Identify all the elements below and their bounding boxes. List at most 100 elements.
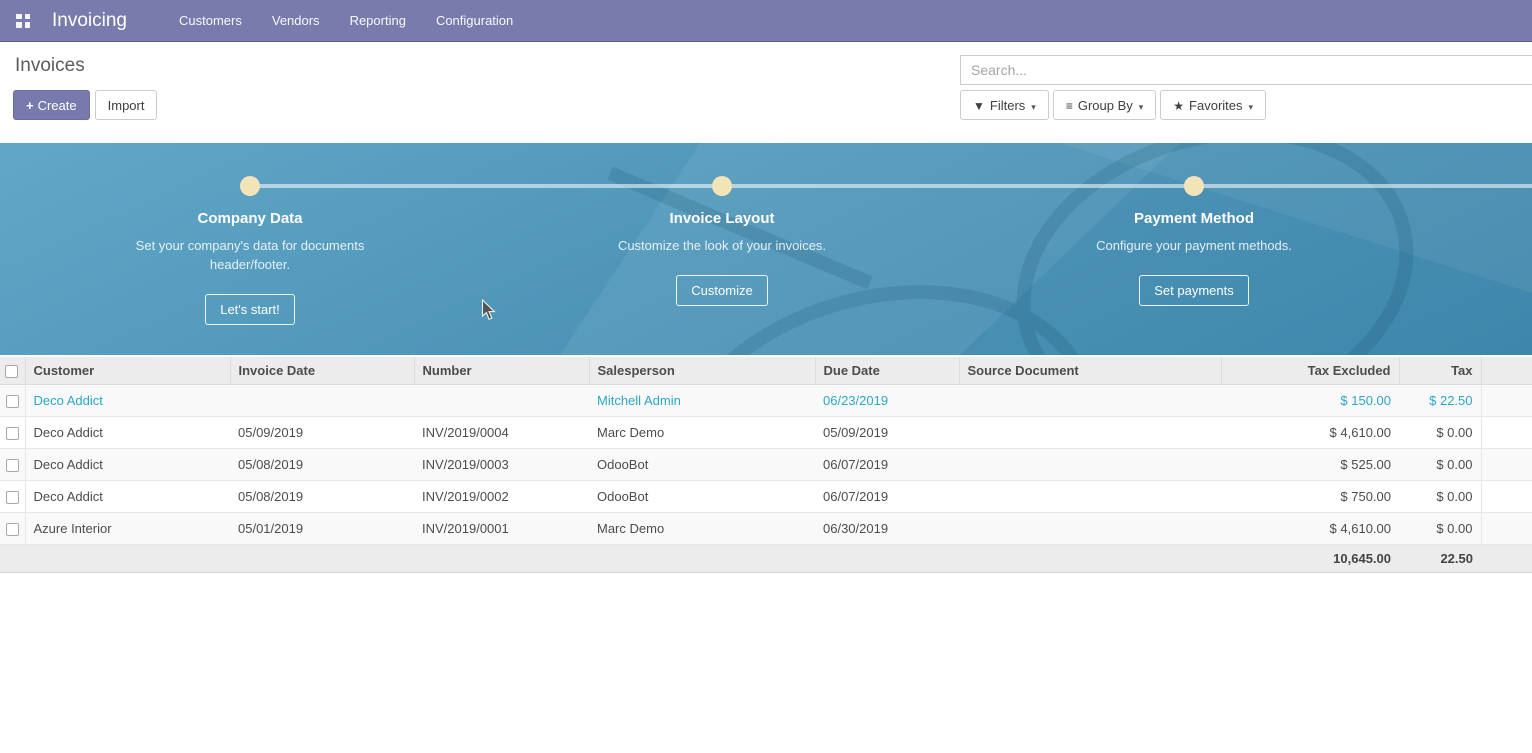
salesperson-cell: OdooBot	[589, 481, 815, 513]
customize-button[interactable]: Customize	[676, 275, 767, 306]
invoice-row[interactable]: Azure Interior 05/01/2019 INV/2019/0001 …	[0, 513, 1532, 545]
invoice-row[interactable]: Deco Addict 05/08/2019 INV/2019/0002 Odo…	[0, 481, 1532, 513]
due-date-cell: 05/09/2019	[815, 417, 959, 449]
source-document-cell	[959, 449, 1221, 481]
source-document-cell	[959, 513, 1221, 545]
menu-reporting[interactable]: Reporting	[350, 13, 406, 28]
customer-link[interactable]: Deco Addict	[34, 393, 103, 408]
step-dot-icon	[712, 176, 732, 196]
control-panel: Invoices +Create Import ▼Filters▾ ≡Group…	[0, 42, 1532, 131]
chevron-down-icon: ▾	[1139, 102, 1144, 112]
source-document-cell	[959, 481, 1221, 513]
invoice-row[interactable]: Deco Addict 05/09/2019 INV/2019/0004 Mar…	[0, 417, 1532, 449]
tax-excluded-cell: $ 4,610.00	[1221, 513, 1399, 545]
customer-cell: Deco Addict	[25, 449, 230, 481]
tax-excluded-cell: $ 525.00	[1221, 449, 1399, 481]
due-date-cell: 06/07/2019	[815, 449, 959, 481]
search-input[interactable]	[960, 55, 1532, 85]
number-cell: INV/2019/0001	[414, 513, 589, 545]
source-document-cell	[959, 385, 1221, 417]
group-by-lines-icon: ≡	[1066, 99, 1073, 113]
filters-button[interactable]: ▼Filters▾	[960, 90, 1049, 120]
tax-cell: $ 0.00	[1399, 449, 1481, 481]
tax-cell: $ 0.00	[1399, 481, 1481, 513]
tax-excluded-cell: $ 150.00	[1221, 385, 1399, 417]
tax-cell: $ 0.00	[1399, 417, 1481, 449]
col-tax[interactable]: Tax	[1399, 357, 1481, 385]
salesperson-cell: Marc Demo	[589, 417, 815, 449]
step-description: Configure your payment methods.	[1079, 236, 1309, 255]
col-customer[interactable]: Customer	[25, 357, 230, 385]
plus-icon: +	[26, 98, 34, 113]
due-date-cell: 06/23/2019	[815, 385, 959, 417]
tax-cell: $ 22.50	[1399, 385, 1481, 417]
number-cell: INV/2019/0004	[414, 417, 589, 449]
col-tax-excluded[interactable]: Tax Excluded	[1221, 357, 1399, 385]
invoice-date-cell: 05/09/2019	[230, 417, 414, 449]
invoice-date-cell: 05/08/2019	[230, 481, 414, 513]
top-navbar: Invoicing Customers Vendors Reporting Co…	[0, 0, 1532, 42]
menu-configuration[interactable]: Configuration	[436, 13, 513, 28]
invoice-row[interactable]: Deco Addict Mitchell Admin 06/23/2019 $ …	[0, 385, 1532, 417]
total-tax: 22.50	[1399, 545, 1481, 573]
page-title: Invoices	[15, 55, 85, 77]
chevron-down-icon: ▾	[1031, 102, 1036, 112]
menu-vendors[interactable]: Vendors	[272, 13, 320, 28]
onboarding-step-invoice-layout: Invoice Layout Customize the look of you…	[572, 176, 872, 306]
invoice-date-cell: 05/01/2019	[230, 513, 414, 545]
source-document-cell	[959, 417, 1221, 449]
select-all-checkbox[interactable]	[5, 365, 18, 378]
favorites-button[interactable]: ★Favorites▾	[1160, 90, 1266, 120]
customer-cell: Azure Interior	[25, 513, 230, 545]
row-checkbox[interactable]	[6, 491, 19, 504]
row-checkbox[interactable]	[6, 523, 19, 536]
app-title[interactable]: Invoicing	[52, 10, 127, 32]
due-date-cell: 06/07/2019	[815, 481, 959, 513]
col-salesperson[interactable]: Salesperson	[589, 357, 815, 385]
total-tax-excluded: 10,645.00	[1221, 545, 1399, 573]
menu-customers[interactable]: Customers	[179, 13, 242, 28]
number-cell: INV/2019/0002	[414, 481, 589, 513]
col-extra	[1481, 357, 1532, 385]
row-checkbox[interactable]	[6, 459, 19, 472]
col-due-date[interactable]: Due Date	[815, 357, 959, 385]
step-title: Company Data	[100, 210, 400, 227]
number-cell	[414, 385, 589, 417]
totals-row: 10,645.00 22.50	[0, 545, 1532, 573]
star-icon: ★	[1173, 99, 1184, 113]
onboarding-banner: Company Data Set your company's data for…	[0, 143, 1532, 355]
row-checkbox[interactable]	[6, 427, 19, 440]
step-description: Customize the look of your invoices.	[607, 236, 837, 255]
invoice-date-cell	[230, 385, 414, 417]
group-by-button[interactable]: ≡Group By▾	[1053, 90, 1156, 120]
create-button[interactable]: +Create	[13, 90, 90, 120]
tax-excluded-cell: $ 750.00	[1221, 481, 1399, 513]
step-dot-icon	[1184, 176, 1204, 196]
due-date-cell: 06/30/2019	[815, 513, 959, 545]
set-payments-button[interactable]: Set payments	[1139, 275, 1249, 306]
customer-cell: Deco Addict	[25, 481, 230, 513]
col-source-document[interactable]: Source Document	[959, 357, 1221, 385]
onboarding-step-payment-method: Payment Method Configure your payment me…	[1044, 176, 1344, 306]
chevron-down-icon: ▾	[1249, 102, 1254, 112]
lets-start-button[interactable]: Let's start!	[205, 294, 295, 325]
customer-cell: Deco Addict	[25, 417, 230, 449]
col-number[interactable]: Number	[414, 357, 589, 385]
invoice-row[interactable]: Deco Addict 05/08/2019 INV/2019/0003 Odo…	[0, 449, 1532, 481]
invoices-table: Customer Invoice Date Number Salesperson…	[0, 357, 1532, 573]
tax-cell: $ 0.00	[1399, 513, 1481, 545]
filter-funnel-icon: ▼	[973, 99, 985, 113]
salesperson-link[interactable]: Mitchell Admin	[597, 393, 681, 408]
number-cell: INV/2019/0003	[414, 449, 589, 481]
onboarding-step-company-data: Company Data Set your company's data for…	[100, 176, 400, 325]
salesperson-cell: Marc Demo	[589, 513, 815, 545]
invoice-date-cell: 05/08/2019	[230, 449, 414, 481]
nav-menu: Customers Vendors Reporting Configuratio…	[179, 13, 513, 28]
salesperson-cell: OdooBot	[589, 449, 815, 481]
apps-grid-icon[interactable]	[16, 14, 30, 28]
row-checkbox[interactable]	[6, 395, 19, 408]
import-button[interactable]: Import	[95, 90, 158, 120]
col-invoice-date[interactable]: Invoice Date	[230, 357, 414, 385]
step-title: Payment Method	[1044, 210, 1344, 227]
table-header-row: Customer Invoice Date Number Salesperson…	[0, 357, 1532, 385]
